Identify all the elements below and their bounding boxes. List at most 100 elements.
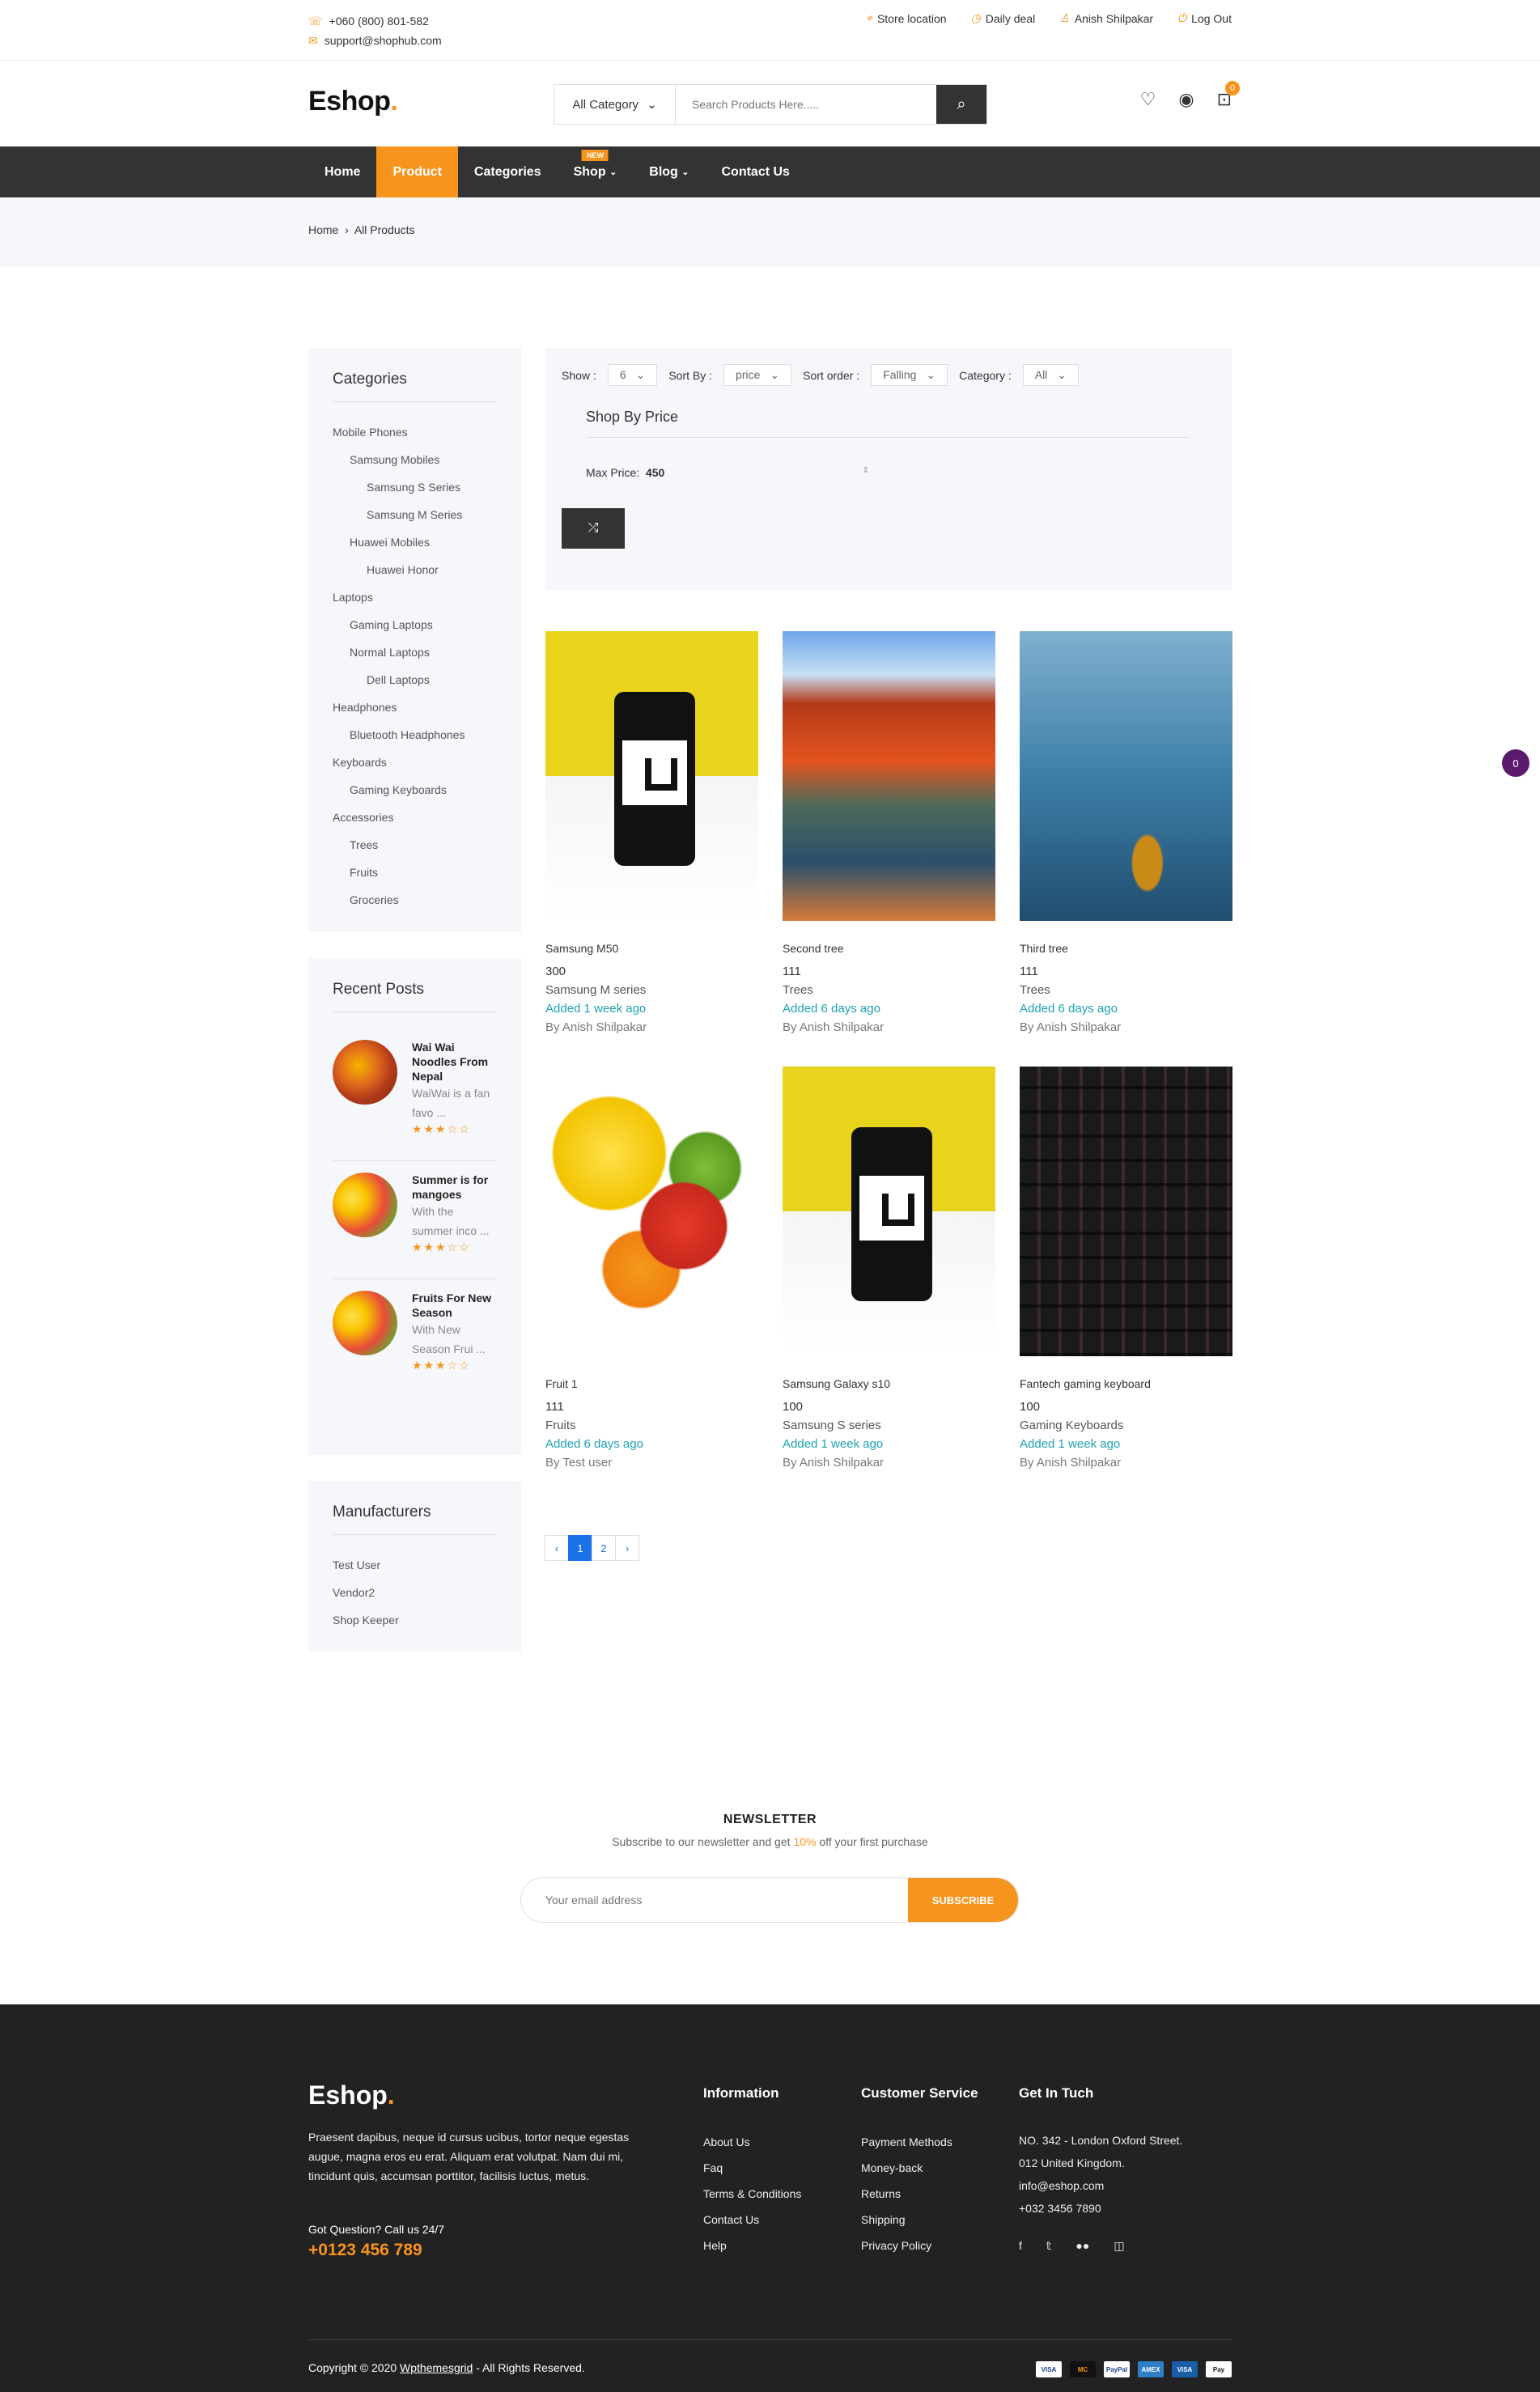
category-item[interactable]: Fruits (333, 859, 497, 886)
nav-contact[interactable]: Contact Us (706, 146, 806, 197)
manufacturer-item[interactable]: Vendor2 (333, 1579, 497, 1606)
product-title[interactable]: Third tree (1020, 942, 1232, 955)
category-item[interactable]: Samsung M Series (333, 501, 497, 528)
category-item[interactable]: Huawei Honor (333, 556, 497, 583)
product-title[interactable]: Samsung M50 (545, 942, 758, 955)
product-card[interactable]: Samsung M50 300 Samsung M series Added 1… (545, 631, 758, 1034)
category-item[interactable]: Trees (333, 831, 497, 859)
footer-link[interactable]: Privacy Policy (861, 2233, 978, 2258)
prev-page-button[interactable]: ‹ (545, 1535, 569, 1561)
sort-order-select[interactable]: Falling ⌄ (871, 364, 948, 386)
newsletter-email-input[interactable] (521, 1878, 908, 1922)
footer-link[interactable]: Contact Us (703, 2207, 801, 2233)
breadcrumb-home[interactable]: Home (308, 223, 338, 236)
show-select[interactable]: 6 ⌄ (607, 364, 658, 386)
category-item[interactable]: Headphones (333, 693, 497, 721)
search-button[interactable]: ⌕ (936, 85, 986, 124)
post-title[interactable]: Fruits For New Season (412, 1291, 497, 1320)
page-1-button[interactable]: 1 (568, 1535, 592, 1561)
category-item[interactable]: Laptops (333, 583, 497, 611)
product-title[interactable]: Fruit 1 (545, 1377, 758, 1390)
stepper-icon[interactable]: ⇕ (863, 466, 869, 479)
category-item[interactable]: Groceries (333, 886, 497, 914)
recent-post[interactable]: Summer is for mangoes With the summer inc… (333, 1161, 497, 1279)
user-link[interactable]: ♙ Anish Shilpakar (1059, 11, 1153, 25)
category-item[interactable]: Mobile Phones (333, 418, 497, 446)
category-item[interactable]: Gaming Laptops (333, 611, 497, 638)
post-thumbnail[interactable] (333, 1173, 397, 1237)
nav-blog[interactable]: Blog ⌄ (633, 146, 705, 197)
contact-line[interactable]: info@eshop.com (1019, 2174, 1182, 2197)
max-price-value[interactable]: 450 (646, 466, 664, 479)
category-item[interactable]: Normal Laptops (333, 638, 497, 666)
post-thumbnail[interactable] (333, 1040, 397, 1105)
footer-link[interactable]: Terms & Conditions (703, 2181, 801, 2207)
sort-by-select[interactable]: price ⌄ (723, 364, 792, 386)
product-image[interactable] (1020, 1067, 1232, 1356)
category-item[interactable]: Dell Laptops (333, 666, 497, 693)
next-page-button[interactable]: › (615, 1535, 639, 1561)
copyright-link[interactable]: Wpthemesgrid (400, 2361, 473, 2374)
daily-deal-link[interactable]: ◷ Daily deal (971, 11, 1036, 25)
facebook-icon[interactable]: f (1019, 2233, 1022, 2258)
nav-shop[interactable]: NEW Shop ⌄ (558, 146, 634, 197)
heart-icon[interactable]: ♡ (1140, 89, 1156, 110)
logout-link[interactable]: ⏻ Log Out (1177, 11, 1232, 25)
product-title[interactable]: Fantech gaming keyboard (1020, 1377, 1232, 1390)
cart-button[interactable]: ⊡ 0 (1217, 81, 1240, 110)
nav-product[interactable]: Product (376, 146, 458, 197)
category-item[interactable]: Bluetooth Headphones (333, 721, 497, 749)
flickr-icon[interactable]: ●● (1075, 2233, 1089, 2258)
nav-home[interactable]: Home (308, 146, 376, 197)
instagram-icon[interactable]: ◫ (1114, 2233, 1124, 2258)
footer-logo[interactable]: Eshop. (308, 2080, 395, 2110)
manufacturer-item[interactable]: Shop Keeper (333, 1606, 497, 1634)
manufacturer-item[interactable]: Test User (333, 1551, 497, 1579)
footer-link[interactable]: Help (703, 2233, 801, 2258)
footer-link[interactable]: Shipping (861, 2207, 978, 2233)
product-image[interactable] (783, 1067, 995, 1356)
footer-link[interactable]: Returns (861, 2181, 978, 2207)
site-logo[interactable]: Eshop. (308, 86, 398, 117)
product-image[interactable] (545, 631, 758, 921)
footer-phone[interactable]: +0123 456 789 (308, 2241, 422, 2260)
footer-link[interactable]: Payment Methods (861, 2129, 978, 2155)
page-2-button[interactable]: 2 (592, 1535, 616, 1561)
topbar-email[interactable]: support@shophub.com (325, 31, 442, 50)
category-item[interactable]: Samsung S Series (333, 473, 497, 501)
recent-post[interactable]: Wai Wai Noodles From Nepal WaiWai is a fa… (333, 1028, 497, 1161)
max-price-field[interactable]: Max Price: 450 ⇕ (586, 466, 869, 479)
store-location-link[interactable]: ⌖ Store location (866, 11, 947, 25)
product-title[interactable]: Second tree (783, 942, 995, 955)
product-card[interactable]: Fantech gaming keyboard 100 Gaming Keybo… (1020, 1067, 1232, 1470)
category-item[interactable]: Samsung Mobiles (333, 446, 497, 473)
product-image[interactable] (1020, 631, 1232, 921)
post-title[interactable]: Summer is for mangoes (412, 1173, 497, 1202)
product-card[interactable]: Third tree 111 Trees Added 6 days ago By… (1020, 631, 1232, 1034)
product-title[interactable]: Samsung Galaxy s10 (783, 1377, 995, 1390)
category-filter-select[interactable]: All ⌄ (1022, 364, 1080, 386)
footer-link[interactable]: Money-back (861, 2155, 978, 2181)
twitter-icon[interactable]: 𝕥 (1046, 2233, 1052, 2258)
post-thumbnail[interactable] (333, 1291, 397, 1355)
recent-post[interactable]: Fruits For New Season With New Season Fru… (333, 1279, 497, 1397)
footer-link[interactable]: About Us (703, 2129, 801, 2155)
apply-filter-button[interactable]: ⤮ (562, 508, 625, 549)
category-select[interactable]: All Category ⌄ (554, 85, 676, 124)
nav-categories[interactable]: Categories (458, 146, 558, 197)
category-item[interactable]: Huawei Mobiles (333, 528, 497, 556)
category-item[interactable]: Accessories (333, 804, 497, 831)
search-input[interactable] (676, 85, 936, 124)
category-item[interactable]: Keyboards (333, 749, 497, 776)
footer-link[interactable]: Faq (703, 2155, 801, 2181)
category-item[interactable]: Gaming Keyboards (333, 776, 497, 804)
product-image[interactable] (545, 1067, 758, 1356)
floating-counter-badge[interactable]: 0 (1502, 749, 1529, 777)
post-title[interactable]: Wai Wai Noodles From Nepal (412, 1040, 497, 1084)
product-image[interactable] (783, 631, 995, 921)
subscribe-button[interactable]: SUBSCRIBE (908, 1878, 1018, 1922)
product-card[interactable]: Second tree 111 Trees Added 6 days ago B… (783, 631, 995, 1034)
product-card[interactable]: Fruit 1 111 Fruits Added 6 days ago By T… (545, 1067, 758, 1470)
product-card[interactable]: Samsung Galaxy s10 100 Samsung S series … (783, 1067, 995, 1470)
account-icon[interactable]: ◉ (1178, 89, 1194, 110)
